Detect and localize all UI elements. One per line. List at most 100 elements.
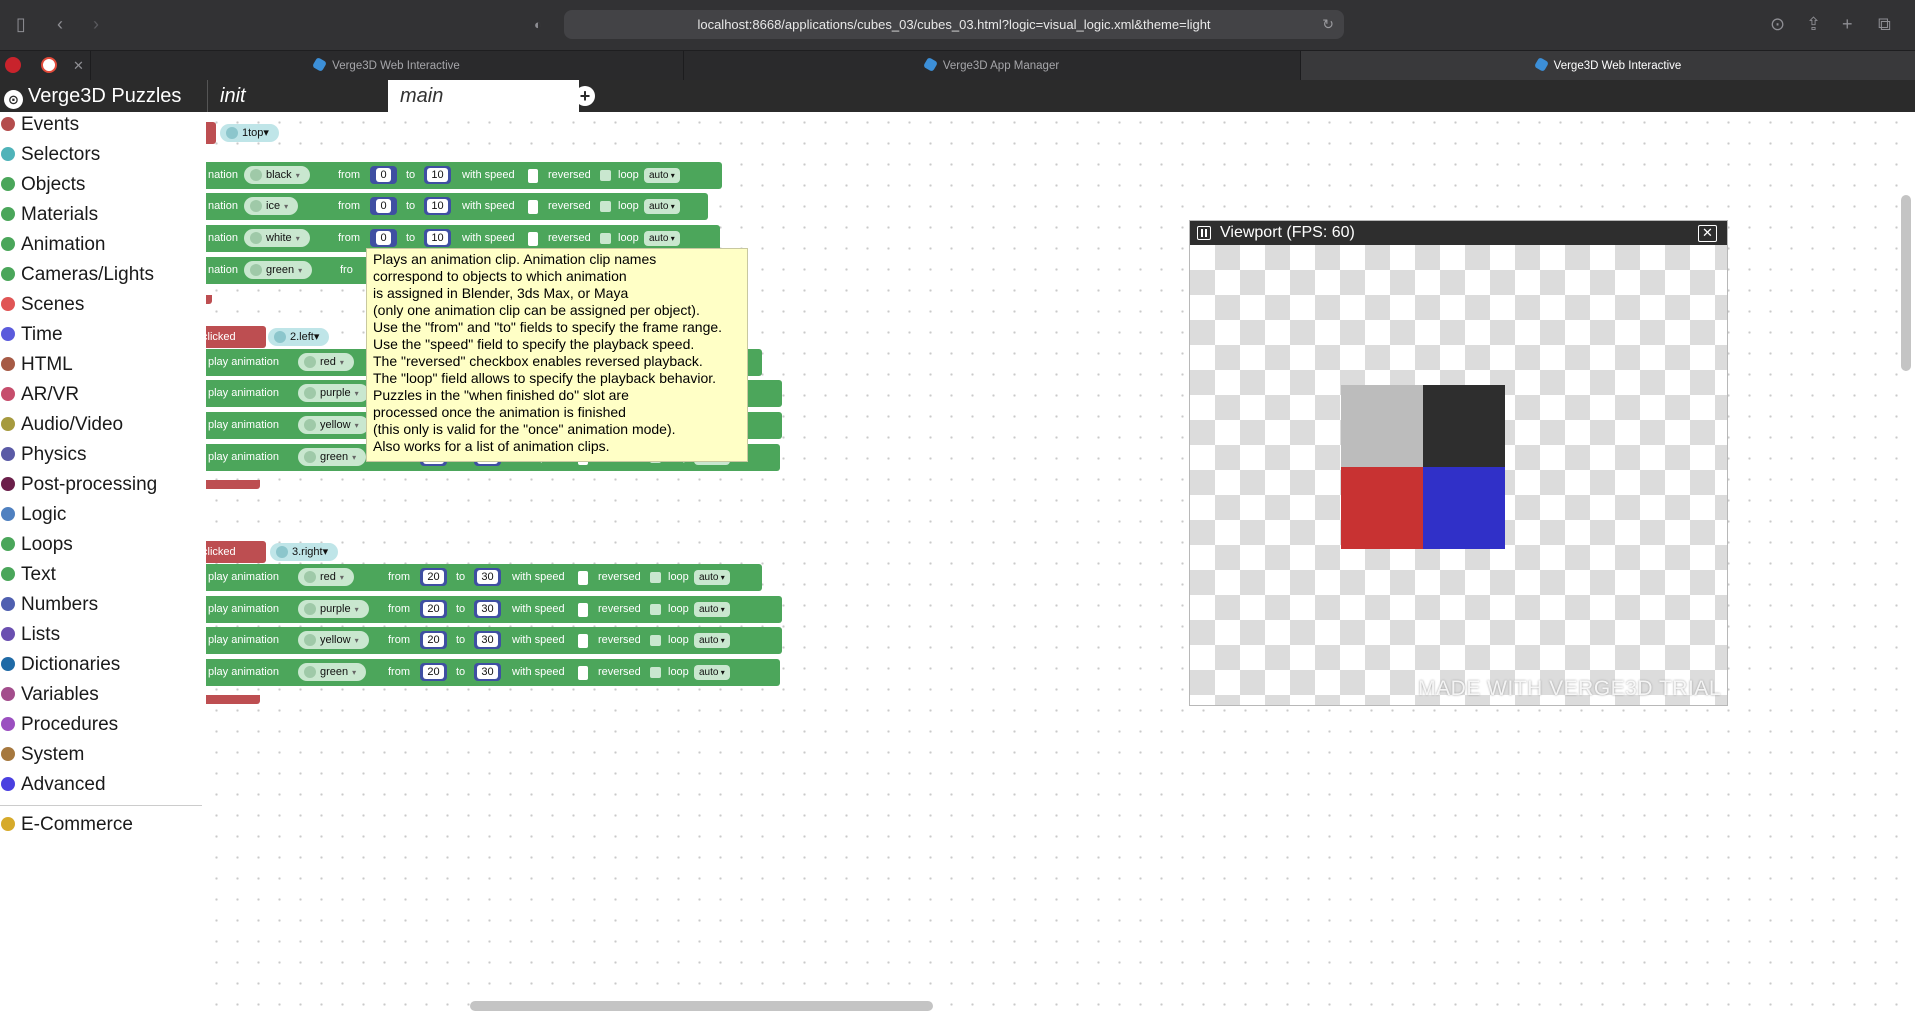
address-bar[interactable]: ◐ localhost:8668/applications/cubes_03/c… <box>534 10 1344 39</box>
category-loops[interactable]: Loops <box>0 532 73 558</box>
speed-input[interactable] <box>528 232 538 246</box>
from-value[interactable]: 0 <box>370 229 397 247</box>
reversed-checkbox[interactable] <box>600 201 611 212</box>
category-events[interactable]: Events <box>0 112 79 138</box>
animation-clip-select[interactable]: purple ▾ <box>298 384 369 402</box>
speed-input[interactable] <box>578 571 588 585</box>
new-tab-icon[interactable]: + <box>1842 14 1853 34</box>
play-animation-block[interactable]: play animation red ▾ from 20 to 30 with speed re… <box>206 564 762 591</box>
back-icon[interactable]: ‹ <box>57 14 63 34</box>
reversed-checkbox[interactable] <box>650 635 661 646</box>
puzzles-workspace[interactable]: 1top▾ nation black ▾ from 0 to 10 with speed reve… <box>206 112 1915 1013</box>
horizontal-scrollbar[interactable] <box>470 1001 933 1011</box>
browser-tab-2[interactable]: Verge3D App Manager <box>683 51 1300 81</box>
event-block[interactable] <box>206 122 216 144</box>
category-animation[interactable]: Animation <box>0 232 106 258</box>
cube-top-left[interactable] <box>1341 385 1423 467</box>
object-selector[interactable]: 3.right▾ <box>270 543 339 561</box>
animation-clip-select[interactable]: black ▾ <box>244 166 310 184</box>
reversed-checkbox[interactable] <box>600 233 611 244</box>
cube-bottom-right[interactable] <box>1423 467 1505 549</box>
animation-clip-select[interactable]: green ▾ <box>298 448 367 466</box>
to-value[interactable]: 30 <box>474 600 501 618</box>
event-block[interactable]: clicked <box>206 541 266 563</box>
loop-select[interactable]: auto ▾ <box>694 570 730 585</box>
category-time[interactable]: Time <box>0 322 63 348</box>
speed-input[interactable] <box>528 200 538 214</box>
speed-input[interactable] <box>578 603 588 617</box>
from-value[interactable]: 20 <box>420 663 447 681</box>
loop-select[interactable]: auto ▾ <box>694 602 730 617</box>
category-html[interactable]: HTML <box>0 352 73 378</box>
category-system[interactable]: System <box>0 742 84 768</box>
cube-top-right[interactable] <box>1423 385 1505 467</box>
category-lists[interactable]: Lists <box>0 622 60 648</box>
play-animation-block[interactable]: nation ice ▾ from 0 to 10 with speed reversed loo… <box>206 193 708 220</box>
play-animation-block[interactable]: play animation green ▾ from 20 to 30 with speed… <box>206 659 780 686</box>
category-audio-video[interactable]: Audio/Video <box>0 412 123 438</box>
viewport-canvas[interactable]: MADE WITH VERGE3D TRIAL <box>1190 245 1727 705</box>
category-advanced[interactable]: Advanced <box>0 772 106 798</box>
category-variables[interactable]: Variables <box>0 682 99 708</box>
share-icon[interactable]: ⇪ <box>1806 14 1821 34</box>
vertical-scrollbar[interactable] <box>1901 195 1911 371</box>
to-value[interactable]: 30 <box>474 631 501 649</box>
pinterest-icon[interactable] <box>5 57 21 73</box>
speed-input[interactable] <box>528 169 538 183</box>
animation-clip-select[interactable]: ice ▾ <box>244 197 299 215</box>
object-selector[interactable]: 1top▾ <box>220 124 279 142</box>
category-numbers[interactable]: Numbers <box>0 592 98 618</box>
speed-input[interactable] <box>578 634 588 648</box>
category-dictionaries[interactable]: Dictionaries <box>0 652 120 678</box>
category-text[interactable]: Text <box>0 562 56 588</box>
reload-icon[interactable]: ↻ <box>1322 10 1334 39</box>
viewport-header[interactable]: Viewport (FPS: 60) ✕ <box>1190 221 1727 245</box>
reversed-checkbox[interactable] <box>650 667 661 678</box>
category-e-commerce[interactable]: E-Commerce <box>0 812 133 838</box>
category-cameras-lights[interactable]: Cameras/Lights <box>0 262 154 288</box>
animation-clip-select[interactable]: white ▾ <box>244 229 310 247</box>
play-animation-block[interactable]: play animation purple ▾ from 20 to 30 with spee… <box>206 596 782 623</box>
browser-tab-3[interactable]: Verge3D Web Interactive <box>1300 51 1915 81</box>
google-icon[interactable] <box>41 57 57 73</box>
loop-select[interactable]: auto ▾ <box>694 633 730 648</box>
loop-select[interactable]: auto ▾ <box>644 168 680 183</box>
category-logic[interactable]: Logic <box>0 502 66 528</box>
close-tab-icon[interactable]: ✕ <box>73 51 84 81</box>
animation-clip-select[interactable]: purple ▾ <box>298 600 369 618</box>
object-selector[interactable]: 2.left▾ <box>268 328 330 346</box>
animation-clip-select[interactable]: green ▾ <box>298 663 367 681</box>
close-icon[interactable]: ✕ <box>1698 225 1717 242</box>
to-value[interactable]: 10 <box>424 197 451 215</box>
category-ar-vr[interactable]: AR/VR <box>0 382 79 408</box>
add-tab-icon[interactable]: + <box>575 86 595 106</box>
reversed-checkbox[interactable] <box>600 170 611 181</box>
animation-clip-select[interactable]: green ▾ <box>244 261 313 279</box>
to-value[interactable]: 30 <box>474 663 501 681</box>
play-animation-block[interactable]: nation green ▾ fro <box>206 257 382 284</box>
browser-tab-1[interactable]: Verge3D Web Interactive <box>90 51 683 81</box>
event-block[interactable]: clicked <box>206 326 266 348</box>
animation-clip-select[interactable]: yellow ▾ <box>298 416 369 434</box>
from-value[interactable]: 0 <box>370 197 397 215</box>
play-animation-block[interactable]: play animation yellow ▾ from 20 to 30 with spee… <box>206 627 782 654</box>
to-value[interactable]: 10 <box>424 166 451 184</box>
from-value[interactable]: 0 <box>370 166 397 184</box>
forward-icon[interactable]: › <box>93 14 99 34</box>
animation-clip-select[interactable]: red ▾ <box>298 353 354 371</box>
animation-clip-select[interactable]: red ▾ <box>298 568 354 586</box>
speed-input[interactable] <box>578 666 588 680</box>
cube-bottom-left[interactable] <box>1341 467 1423 549</box>
pause-icon[interactable] <box>1197 226 1211 240</box>
tab-init[interactable]: init <box>207 80 390 112</box>
category-objects[interactable]: Objects <box>0 172 85 198</box>
to-value[interactable]: 30 <box>474 568 501 586</box>
download-icon[interactable]: ⊙ <box>1770 14 1785 34</box>
from-value[interactable]: 20 <box>420 568 447 586</box>
category-physics[interactable]: Physics <box>0 442 86 468</box>
to-value[interactable]: 10 <box>424 229 451 247</box>
reversed-checkbox[interactable] <box>650 572 661 583</box>
tab-overview-icon[interactable]: ⧉ <box>1878 14 1891 34</box>
reversed-checkbox[interactable] <box>650 604 661 615</box>
loop-select[interactable]: auto ▾ <box>644 199 680 214</box>
